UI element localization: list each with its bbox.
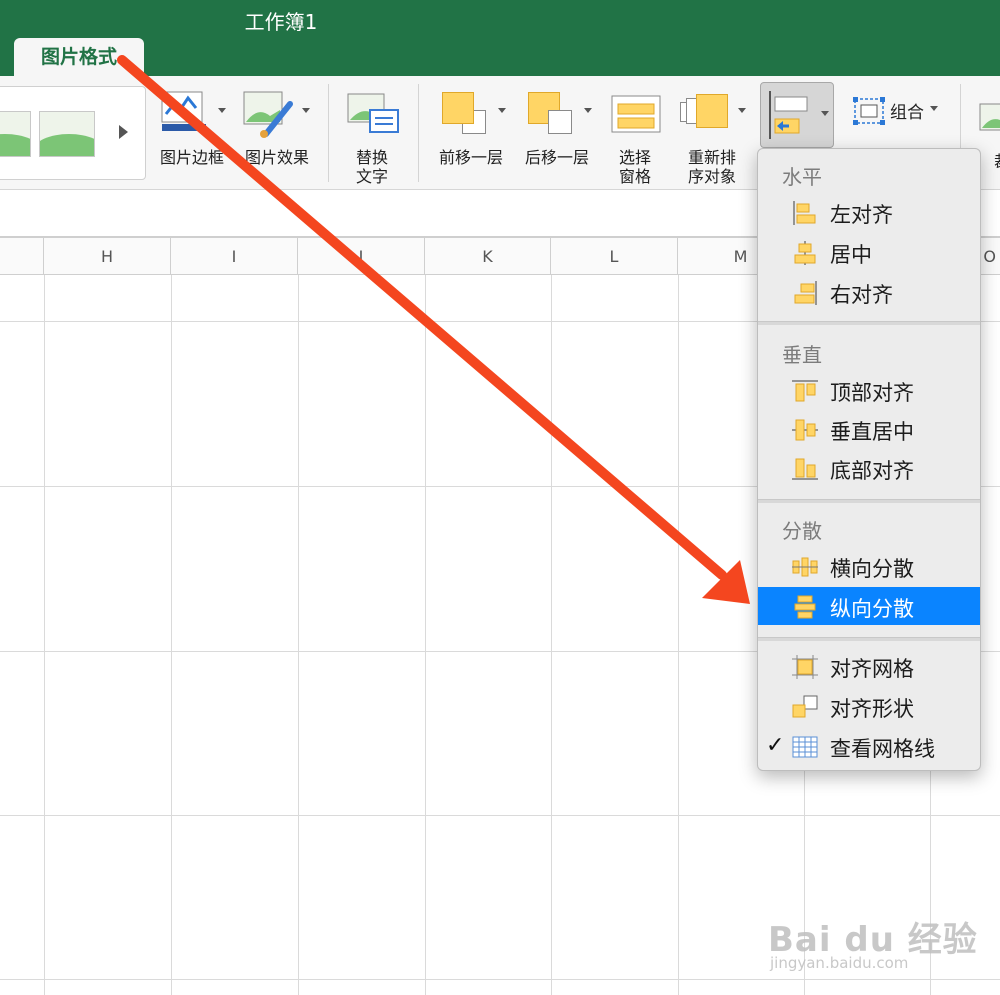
menu-item-align-center[interactable]: 居中	[758, 233, 980, 271]
alt-text-icon	[347, 93, 399, 133]
grid-line	[425, 275, 426, 995]
align-middle-icon	[792, 419, 818, 441]
checkmark-icon: ✓	[766, 733, 785, 758]
ribbon-divider	[328, 84, 329, 182]
menu-item-distribute-horizontally[interactable]: 横向分散	[758, 547, 980, 585]
align-button[interactable]	[760, 82, 834, 148]
chevron-down-icon[interactable]	[498, 108, 506, 113]
title-bar: 工作簿1 图片格式	[0, 0, 1000, 76]
grid-line	[0, 815, 1000, 816]
column-header-i[interactable]: I	[171, 238, 298, 275]
picture-effects-icon	[243, 91, 293, 138]
alt-text-label: 替换 文字	[355, 148, 388, 186]
menu-item-align-middle[interactable]: 垂直居中	[758, 410, 980, 448]
align-top-icon	[792, 380, 818, 402]
grid-line	[171, 275, 172, 995]
menu-item-snap-to-shape[interactable]: 对齐形状	[758, 687, 980, 725]
gridlines-icon	[792, 736, 818, 758]
watermark-url: jingyan.baidu.com	[770, 954, 909, 972]
align-bottom-icon	[792, 458, 818, 480]
menu-item-snap-to-grid[interactable]: 对齐网格	[758, 647, 980, 685]
align-center-icon	[794, 241, 816, 265]
grid-line	[0, 979, 1000, 980]
column-header-g[interactable]	[0, 238, 44, 275]
chevron-down-icon[interactable]	[584, 108, 592, 113]
picture-border-icon	[161, 91, 206, 131]
section-header-vertical: 垂直	[782, 343, 822, 367]
reorder-objects-label: 重新排 序对象	[687, 148, 736, 186]
gallery-more-arrow-icon[interactable]	[119, 125, 128, 139]
crop-icon	[979, 103, 1000, 131]
picture-border-label: 图片边框	[159, 148, 224, 167]
section-header-horizontal: 水平	[782, 165, 822, 189]
menu-item-align-right[interactable]: 右对齐	[758, 273, 980, 311]
chevron-down-icon[interactable]	[218, 108, 226, 113]
distribute-vertically-icon	[794, 595, 816, 619]
selection-pane-button[interactable]: 选择 窗格	[604, 76, 666, 190]
picture-styles-gallery[interactable]	[0, 86, 146, 180]
reorder-objects-icon	[696, 94, 728, 128]
window-title: 工作簿1	[244, 10, 318, 34]
grid-line	[551, 275, 552, 995]
bring-forward-icon	[442, 92, 474, 124]
style-thumbnail[interactable]	[39, 111, 95, 157]
tab-picture-format[interactable]: 图片格式	[14, 38, 144, 76]
bring-forward-button[interactable]: 前移一层	[428, 76, 514, 190]
send-backward-button[interactable]: 后移一层	[514, 76, 600, 190]
send-backward-front-shape	[548, 110, 572, 134]
group-label: 组合	[890, 103, 924, 123]
column-header-k[interactable]: K	[425, 238, 551, 275]
menu-item-align-left[interactable]: 左对齐	[758, 193, 980, 231]
bring-forward-label: 前移一层	[438, 148, 503, 167]
distribute-horizontally-icon	[792, 557, 818, 577]
picture-effects-button[interactable]: 图片效果	[238, 76, 316, 190]
align-icon	[769, 91, 808, 139]
reorder-objects-button[interactable]: 重新排 序对象	[672, 76, 752, 190]
menu-item-align-top[interactable]: 顶部对齐	[758, 371, 980, 409]
column-header-j[interactable]: J	[298, 238, 425, 275]
selection-pane-label: 选择 窗格	[618, 148, 651, 186]
alt-text-button[interactable]: 替换 文字	[336, 76, 408, 190]
menu-divider	[758, 499, 980, 503]
snap-to-shape-icon	[792, 695, 818, 718]
selection-pane-icon	[611, 95, 661, 133]
menu-item-view-gridlines[interactable]: ✓ 查看网格线	[758, 727, 980, 765]
send-backward-label: 后移一层	[524, 148, 589, 167]
crop-button[interactable]: 裁	[978, 76, 1000, 190]
ribbon-divider	[418, 84, 419, 182]
grid-line	[298, 275, 299, 995]
chevron-down-icon[interactable]	[821, 111, 829, 116]
chevron-down-icon[interactable]	[302, 108, 310, 113]
group-icon	[853, 97, 885, 125]
menu-divider	[758, 321, 980, 325]
chevron-down-icon[interactable]	[930, 106, 938, 111]
menu-item-distribute-vertically[interactable]: 纵向分散	[758, 587, 980, 625]
picture-border-button[interactable]: 图片边框	[152, 76, 232, 190]
chevron-down-icon[interactable]	[738, 108, 746, 113]
crop-label: 裁	[994, 148, 1000, 172]
grid-line	[678, 275, 679, 995]
grid-line	[44, 275, 45, 995]
menu-divider	[758, 637, 980, 641]
align-left-icon	[793, 201, 816, 225]
align-right-icon	[794, 281, 817, 305]
menu-item-align-bottom[interactable]: 底部对齐	[758, 449, 980, 487]
picture-effects-label: 图片效果	[244, 148, 309, 167]
align-dropdown-menu: 水平 左对齐 居中 右对齐 垂直 顶部对齐 垂直居中 底部对齐 分散 横向分散 …	[757, 148, 981, 771]
snap-to-grid-icon	[792, 655, 818, 679]
column-header-h[interactable]: H	[44, 238, 171, 275]
column-header-l[interactable]: L	[551, 238, 678, 275]
section-header-distribute: 分散	[782, 519, 822, 543]
style-thumbnail[interactable]	[0, 111, 31, 157]
